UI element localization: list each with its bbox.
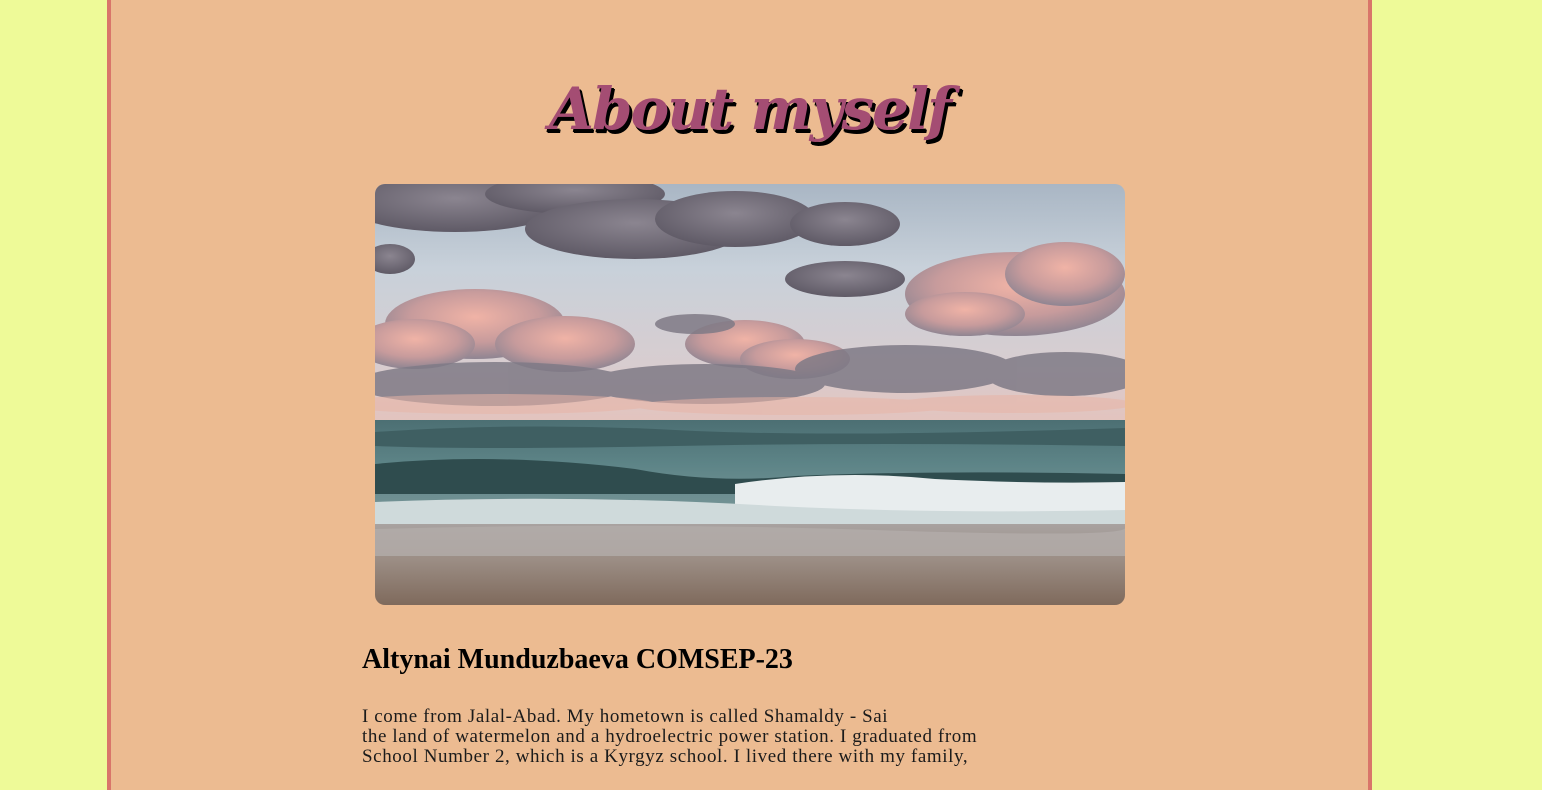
beach-sunset-photo xyxy=(375,184,1125,605)
bio-line: the land of watermelon and a hydroelectr… xyxy=(362,726,978,747)
bio-paragraph: I come from Jalal-Abad. My hometown is c… xyxy=(362,707,1082,767)
bio-line: I come from Jalal-Abad. My hometown is c… xyxy=(362,706,889,727)
page-content: About myself Altynai Munduzbaeva COMSEP-… xyxy=(107,0,1372,790)
author-name-heading: Altynai Munduzbaeva COMSEP-23 xyxy=(362,644,793,675)
page-title: About myself xyxy=(548,75,952,143)
bio-line: School Number 2, which is a Kyrgyz schoo… xyxy=(362,746,969,767)
